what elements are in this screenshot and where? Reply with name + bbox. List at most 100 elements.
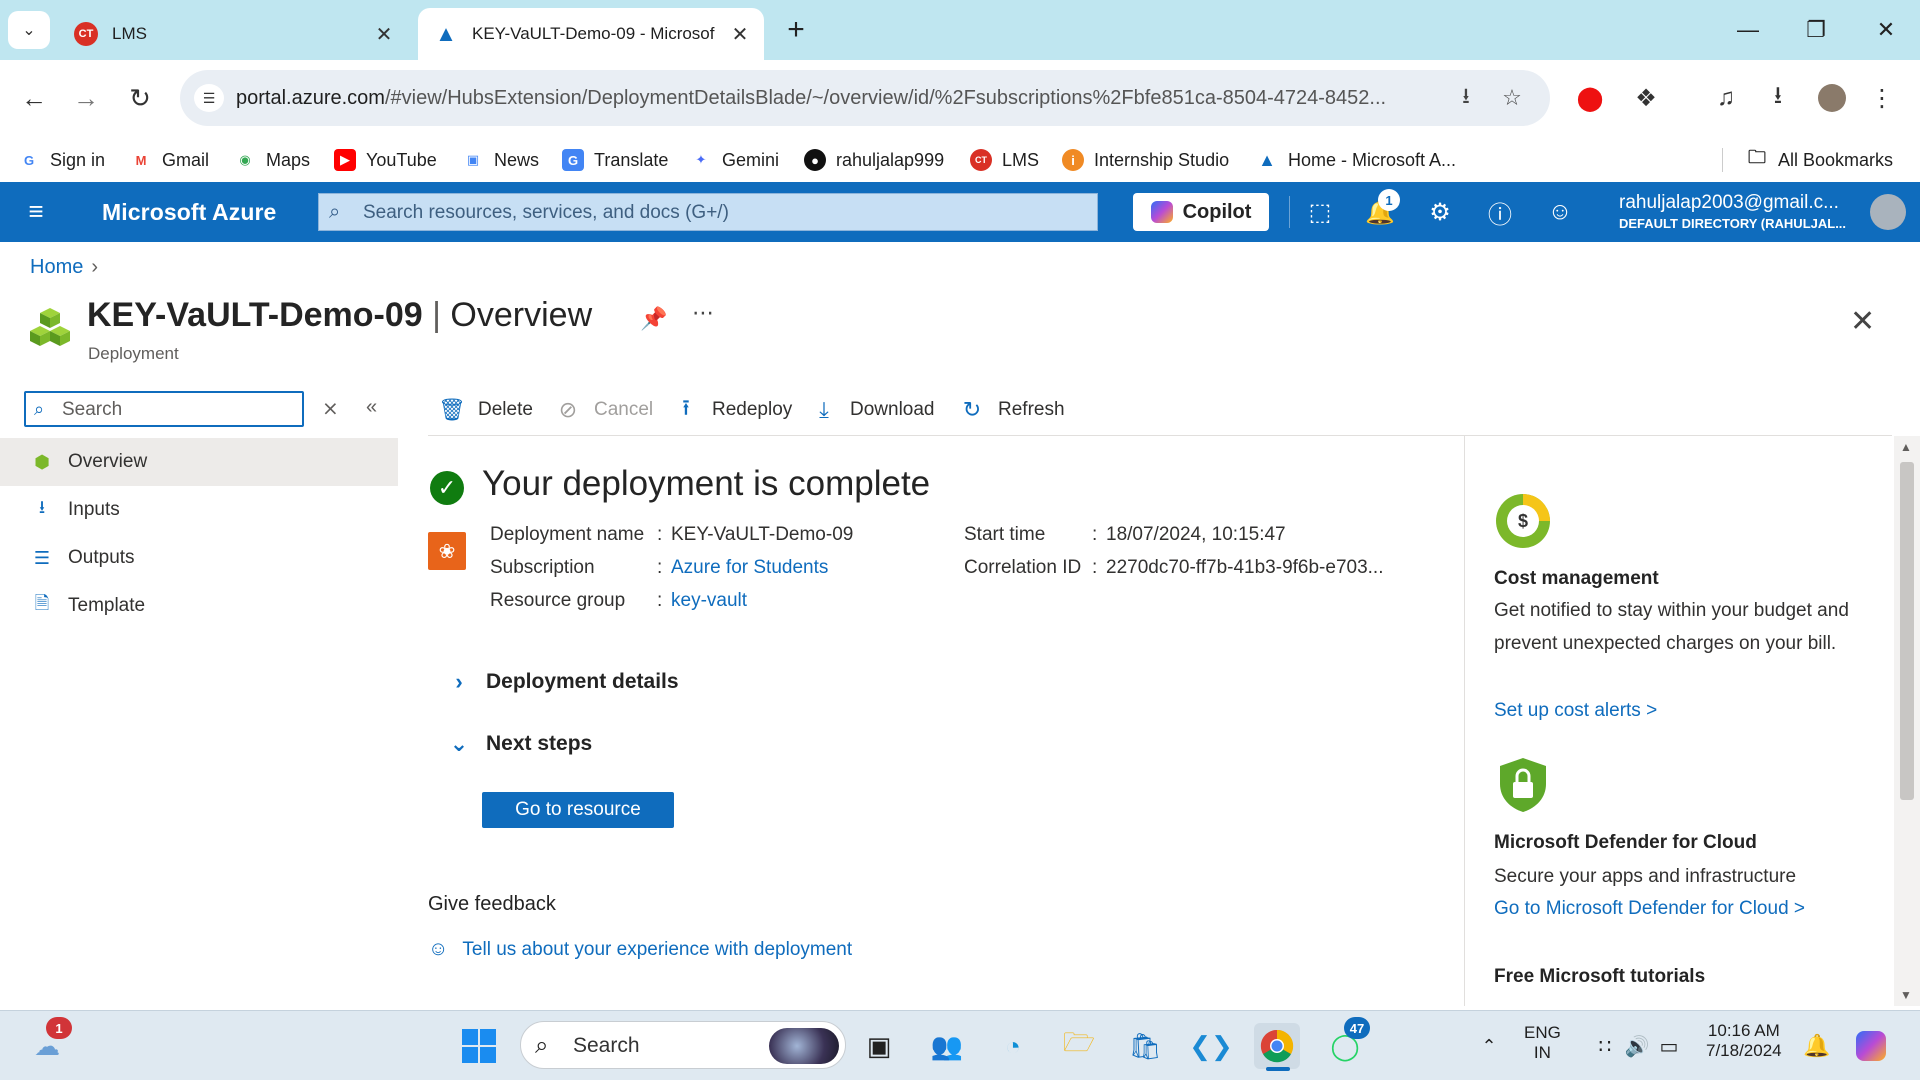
restore-window-button[interactable]: ❐ xyxy=(1796,10,1836,50)
menu-search-input[interactable]: ⌕ Search xyxy=(24,391,304,427)
menu-item-inputs[interactable]: ⭳ Inputs xyxy=(0,486,398,534)
menu-item-outputs[interactable]: ☰ Outputs xyxy=(0,534,398,582)
extensions-icon[interactable]: ❖ xyxy=(1626,78,1666,118)
feedback-heading: Give feedback xyxy=(428,893,556,915)
bookmark-star-icon[interactable]: ☆ xyxy=(1498,84,1526,112)
download-button[interactable]: ⤓ Download xyxy=(810,394,934,426)
notification-badge: 1 xyxy=(1378,189,1400,211)
opera-extension-icon[interactable]: ⬤ xyxy=(1570,78,1610,118)
close-window-button[interactable]: ✕ xyxy=(1866,10,1906,50)
minimize-window-button[interactable]: — xyxy=(1728,10,1768,50)
menu-item-overview[interactable]: ⬢ Overview xyxy=(0,438,398,486)
install-app-icon[interactable]: ⭳ xyxy=(1452,83,1480,112)
more-options-icon[interactable]: ⋯ xyxy=(692,300,714,326)
bookmarks-bar: G Sign in M Gmail ◉ Maps ▶ YouTube ▣ News G Tr… xyxy=(0,132,1920,188)
show-hidden-icons-icon[interactable]: ⌃ xyxy=(1466,1023,1512,1069)
bookmark-lms[interactable]: CT LMS xyxy=(970,146,1039,174)
subscription-link[interactable]: Azure for Students xyxy=(671,557,828,579)
refresh-button[interactable]: ↻ Refresh xyxy=(958,394,1065,426)
scroll-down-icon[interactable]: ▼ xyxy=(1900,988,1912,1002)
copilot-taskbar-icon[interactable] xyxy=(1848,1023,1894,1069)
bookmark-translate[interactable]: G Translate xyxy=(562,146,668,174)
edge-browser-icon[interactable]: ◔ xyxy=(990,1023,1036,1069)
refresh-icon: ↻ xyxy=(962,397,982,422)
clock[interactable]: 10:16 AM 7/18/2024 xyxy=(1706,1021,1782,1061)
teams-icon[interactable]: 👥 xyxy=(924,1023,970,1069)
address-bar[interactable]: ☰ portal.azure.com/#view/HubsExtension/D… xyxy=(180,70,1550,126)
site-info-icon[interactable]: ☰ xyxy=(194,84,224,112)
profile-avatar[interactable] xyxy=(1812,78,1852,118)
tab-search-button[interactable]: ⌄ xyxy=(8,11,50,49)
pin-icon[interactable]: 📌 xyxy=(640,306,667,332)
close-blade-icon[interactable]: ✕ xyxy=(1850,304,1875,339)
delete-button[interactable]: 🗑 Delete xyxy=(438,394,533,426)
next-steps-toggle[interactable]: ⌄ Next steps xyxy=(446,724,592,764)
chrome-menu-icon[interactable]: ⋮ xyxy=(1862,78,1902,118)
bookmark-internship-studio[interactable]: i Internship Studio xyxy=(1062,146,1229,174)
clear-search-icon[interactable]: ⨯ xyxy=(322,396,339,421)
bookmark-gmail[interactable]: M Gmail xyxy=(130,146,209,174)
account-avatar[interactable] xyxy=(1870,194,1906,230)
bookmark-gemini[interactable]: ✦ Gemini xyxy=(690,146,779,174)
bookmark-maps[interactable]: ◉ Maps xyxy=(234,146,310,174)
gmail-icon: M xyxy=(135,152,147,168)
windows-start-icon[interactable] xyxy=(456,1023,502,1069)
media-control-icon[interactable]: ♫ xyxy=(1706,78,1746,118)
close-tab-icon[interactable]: ✕ xyxy=(726,20,754,48)
collapse-menu-icon[interactable]: « xyxy=(366,396,377,419)
feedback-icon[interactable]: ☺ xyxy=(1542,194,1578,230)
microsoft-store-icon[interactable]: 🛍 xyxy=(1122,1023,1168,1069)
browser-tab-azure[interactable]: ▲ KEY-VaULT-Demo-09 - Microsof ✕ xyxy=(418,8,764,60)
bookmark-github[interactable]: ● rahuljalap999 xyxy=(804,146,944,174)
battery-icon[interactable]: ▭ xyxy=(1646,1023,1692,1069)
breadcrumb-home-link[interactable]: Home xyxy=(30,256,83,278)
downloads-icon[interactable]: ⭳ xyxy=(1758,78,1798,118)
set-up-cost-alerts-link[interactable]: Set up cost alerts > xyxy=(1494,700,1657,722)
azure-brand-link[interactable]: Microsoft Azure xyxy=(102,199,276,226)
new-tab-button[interactable]: + xyxy=(780,12,812,48)
bookmark-youtube[interactable]: ▶ YouTube xyxy=(334,146,437,174)
task-view-icon[interactable]: ▣ xyxy=(856,1023,902,1069)
forward-button[interactable]: → xyxy=(66,78,106,118)
bookmark-sign-in[interactable]: G Sign in xyxy=(18,146,105,174)
resource-group-link[interactable]: key-vault xyxy=(671,590,747,612)
vscode-icon[interactable]: ❮❯ xyxy=(1188,1023,1234,1069)
settings-gear-icon[interactable]: ⚙ xyxy=(1422,194,1458,230)
chrome-icon[interactable] xyxy=(1254,1023,1300,1069)
taskbar-search-placeholder: Search xyxy=(573,1034,640,1057)
cloud-shell-icon[interactable]: ⬚ xyxy=(1302,194,1338,230)
help-icon[interactable]: ⓘ xyxy=(1482,194,1518,230)
clock-date: 7/18/2024 xyxy=(1706,1041,1782,1060)
azure-search-input[interactable]: ⌕ Search resources, services, and docs (… xyxy=(318,193,1098,231)
back-button[interactable]: ← xyxy=(14,78,54,118)
content-scrollbar[interactable]: ▲ ▼ xyxy=(1894,436,1920,1006)
url-text[interactable]: portal.azure.com/#view/HubsExtension/Dep… xyxy=(236,87,1446,110)
bookmark-news[interactable]: ▣ News xyxy=(462,146,539,174)
feedback-link[interactable]: ☺ Tell us about your experience with dep… xyxy=(428,938,852,961)
bookmark-azure-home[interactable]: ▲ Home - Microsoft A... xyxy=(1256,146,1456,174)
defender-text: Secure your apps and infrastructure xyxy=(1494,866,1797,887)
taskbar-search-input[interactable]: ⌕ Search xyxy=(520,1021,846,1069)
file-explorer-icon[interactable]: 🗁 xyxy=(1056,1023,1102,1069)
redeploy-button[interactable]: ⭱ Redeploy xyxy=(672,394,792,426)
close-tab-icon[interactable]: ✕ xyxy=(370,20,398,48)
menu-item-template[interactable]: 🗎 Template xyxy=(0,582,398,630)
notification-bell-icon[interactable]: 🔔 xyxy=(1794,1023,1840,1069)
browser-tab-lms[interactable]: CT LMS ✕ xyxy=(58,8,408,60)
folder-icon: 🗀 xyxy=(1748,147,1766,167)
menu-search-placeholder: Search xyxy=(62,399,123,420)
copilot-button[interactable]: Copilot xyxy=(1133,193,1269,231)
scrollbar-thumb[interactable] xyxy=(1900,462,1914,800)
deployment-cubes-icon xyxy=(30,308,70,346)
account-menu[interactable]: rahuljalap2003@gmail.c... DEFAULT DIRECT… xyxy=(1619,192,1846,231)
reload-button[interactable]: ↻ xyxy=(120,78,160,118)
correlation-id-value: 2270dc70-ff7b-41b3-9f6b-e703... xyxy=(1106,557,1384,578)
deployment-details-toggle[interactable]: › Deployment details xyxy=(446,662,678,702)
cancel-button[interactable]: ⊘ Cancel xyxy=(554,394,653,426)
scroll-up-icon[interactable]: ▲ xyxy=(1900,440,1912,454)
language-indicator[interactable]: ENG IN xyxy=(1524,1023,1561,1063)
go-to-resource-button[interactable]: Go to resource xyxy=(482,792,674,828)
portal-menu-icon[interactable]: ≡ xyxy=(22,198,50,226)
defender-link[interactable]: Go to Microsoft Defender for Cloud > xyxy=(1494,898,1805,920)
all-bookmarks-button[interactable]: 🗀 All Bookmarks xyxy=(1746,146,1893,174)
